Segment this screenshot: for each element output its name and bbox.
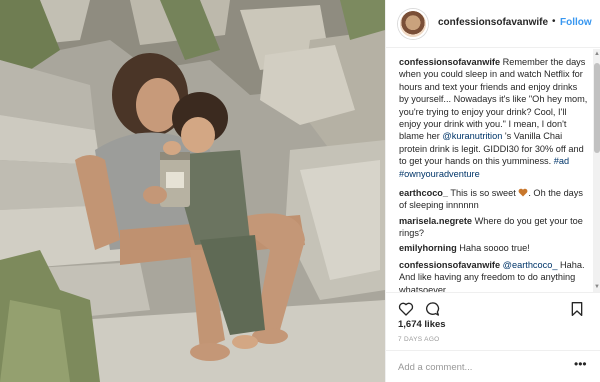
- comment-username[interactable]: emilyhorning: [399, 243, 457, 253]
- heart-outline-icon[interactable]: [398, 301, 414, 317]
- comment-username[interactable]: marisela.negrete: [399, 216, 472, 226]
- scrollbar-thumb[interactable]: [594, 63, 600, 153]
- comment-text: Haha soooo true!: [456, 243, 530, 253]
- follow-button[interactable]: Follow: [560, 17, 592, 28]
- comment-item: confessionsofavanwife @earthcoco_ Haha. …: [399, 259, 589, 292]
- action-bar: [386, 292, 600, 322]
- instagram-post: confessionsofavanwife • Follow confessio…: [0, 0, 600, 382]
- mother-and-child-photo: [0, 0, 385, 382]
- header-username[interactable]: confessionsofavanwife: [438, 17, 548, 28]
- hashtag-link[interactable]: #ad: [554, 156, 569, 166]
- avatar[interactable]: [398, 9, 428, 39]
- more-options-icon[interactable]: •••: [574, 357, 587, 371]
- post-timestamp[interactable]: 7 DAYS AGO: [398, 336, 440, 343]
- comment-text: This is so sweet: [448, 188, 519, 198]
- caption-text: Remember the days when you could sleep i…: [399, 57, 588, 142]
- scroll-up-arrow-icon[interactable]: ▲: [593, 49, 600, 59]
- mention-link[interactable]: @kuranutrition: [442, 131, 502, 141]
- add-comment-bar: •••: [386, 350, 600, 382]
- comment-item: earthcoco_ This is so sweet . Oh the day…: [399, 187, 589, 212]
- scroll-down-arrow-icon[interactable]: ▼: [593, 282, 600, 292]
- heart-emoji-icon: [518, 188, 528, 197]
- speech-bubble-icon[interactable]: [424, 301, 440, 317]
- comments-list[interactable]: confessionsofavanwife Remember the days …: [386, 49, 600, 292]
- comments-scrollbar[interactable]: ▲ ▼: [593, 49, 600, 292]
- mention-link[interactable]: @earthcoco_: [503, 260, 558, 270]
- comment-username[interactable]: confessionsofavanwife: [399, 260, 500, 270]
- bookmark-icon[interactable]: [569, 301, 585, 317]
- post-header: confessionsofavanwife • Follow: [386, 0, 600, 48]
- likes-count[interactable]: 1,674 likes: [398, 319, 446, 330]
- separator-dot: •: [552, 16, 556, 27]
- comment-username[interactable]: confessionsofavanwife: [399, 57, 500, 67]
- post-photo[interactable]: [0, 0, 385, 382]
- comment-username[interactable]: earthcoco_: [399, 188, 448, 198]
- caption-comment: confessionsofavanwife Remember the days …: [399, 56, 589, 180]
- post-side-panel: confessionsofavanwife • Follow confessio…: [385, 0, 600, 382]
- add-comment-input[interactable]: [398, 360, 568, 374]
- hashtag-link[interactable]: #ownyouradventure: [399, 169, 480, 179]
- comment-item: emilyhorning Haha soooo true!: [399, 242, 589, 254]
- comment-item: marisela.negrete Where do you get your t…: [399, 215, 589, 240]
